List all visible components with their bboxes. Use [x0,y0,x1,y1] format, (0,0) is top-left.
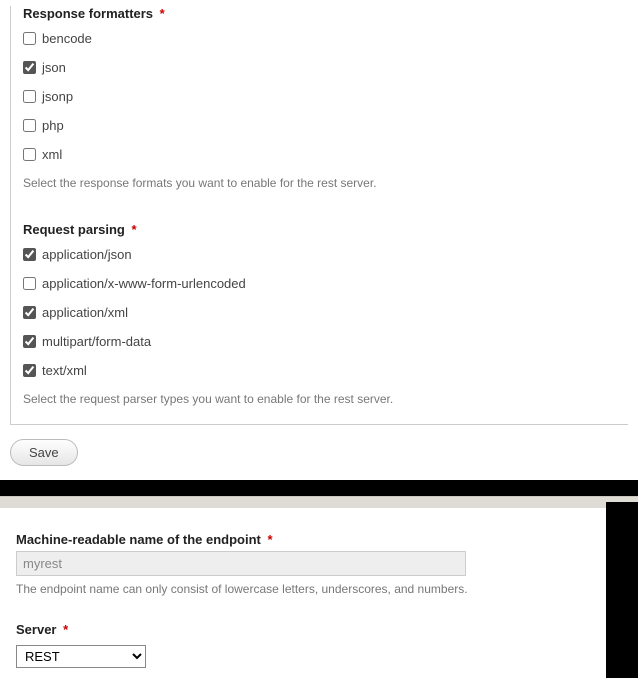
parser-option-app-xml: application/xml [23,305,618,320]
formatter-checkbox-jsonp[interactable] [23,90,36,103]
settings-panel: Response formatters * bencode json jsonp… [10,6,628,425]
request-parsing-help: Select the request parser types you want… [23,392,618,406]
parser-checkbox-form-urlencoded[interactable] [23,277,36,290]
save-button[interactable]: Save [10,439,78,466]
formatter-option-php: php [23,118,618,133]
save-area: Save [0,425,638,480]
parser-option-text-xml: text/xml [23,363,618,378]
divider-grey [0,496,638,508]
endpoint-form: Machine-readable name of the endpoint * … [0,508,600,678]
request-parsing-title-text: Request parsing [23,222,125,237]
formatter-option-jsonp: jsonp [23,89,618,104]
parser-option-multipart: multipart/form-data [23,334,618,349]
parser-checkbox-text-xml[interactable] [23,364,36,377]
server-label: Server * [16,622,584,637]
endpoint-name-help: The endpoint name can only consist of lo… [16,582,584,596]
formatter-checkbox-xml[interactable] [23,148,36,161]
parser-label-text-xml: text/xml [42,363,87,378]
parser-label-form-urlencoded: application/x-www-form-urlencoded [42,276,246,291]
formatter-label-xml: xml [42,147,62,162]
server-select[interactable]: REST [16,645,146,668]
endpoint-name-label: Machine-readable name of the endpoint * [16,532,584,547]
formatter-checkbox-php[interactable] [23,119,36,132]
parser-checkbox-multipart[interactable] [23,335,36,348]
required-mark: * [63,622,68,637]
response-formatters-help: Select the response formats you want to … [23,176,618,190]
divider-dark [0,480,638,496]
formatter-option-json: json [23,60,618,75]
server-label-text: Server [16,622,56,637]
formatter-label-json: json [42,60,66,75]
required-mark: * [268,532,273,547]
parser-checkbox-app-xml[interactable] [23,306,36,319]
formatter-label-jsonp: jsonp [42,89,73,104]
parser-label-app-xml: application/xml [42,305,128,320]
endpoint-name-label-text: Machine-readable name of the endpoint [16,532,261,547]
formatter-option-bencode: bencode [23,31,618,46]
formatter-checkbox-json[interactable] [23,61,36,74]
required-mark: * [160,6,165,21]
parser-checkbox-app-json[interactable] [23,248,36,261]
parser-label-multipart: multipart/form-data [42,334,151,349]
parser-option-form-urlencoded: application/x-www-form-urlencoded [23,276,618,291]
formatter-label-bencode: bencode [42,31,92,46]
parser-option-app-json: application/json [23,247,618,262]
right-black-strip [606,502,638,678]
formatter-checkbox-bencode[interactable] [23,32,36,45]
required-mark: * [131,222,136,237]
request-parsing-title: Request parsing * [23,222,618,237]
formatter-label-php: php [42,118,64,133]
response-formatters-title-text: Response formatters [23,6,153,21]
formatter-option-xml: xml [23,147,618,162]
endpoint-name-input[interactable] [16,551,466,576]
response-formatters-title: Response formatters * [23,6,618,21]
parser-label-app-json: application/json [42,247,132,262]
